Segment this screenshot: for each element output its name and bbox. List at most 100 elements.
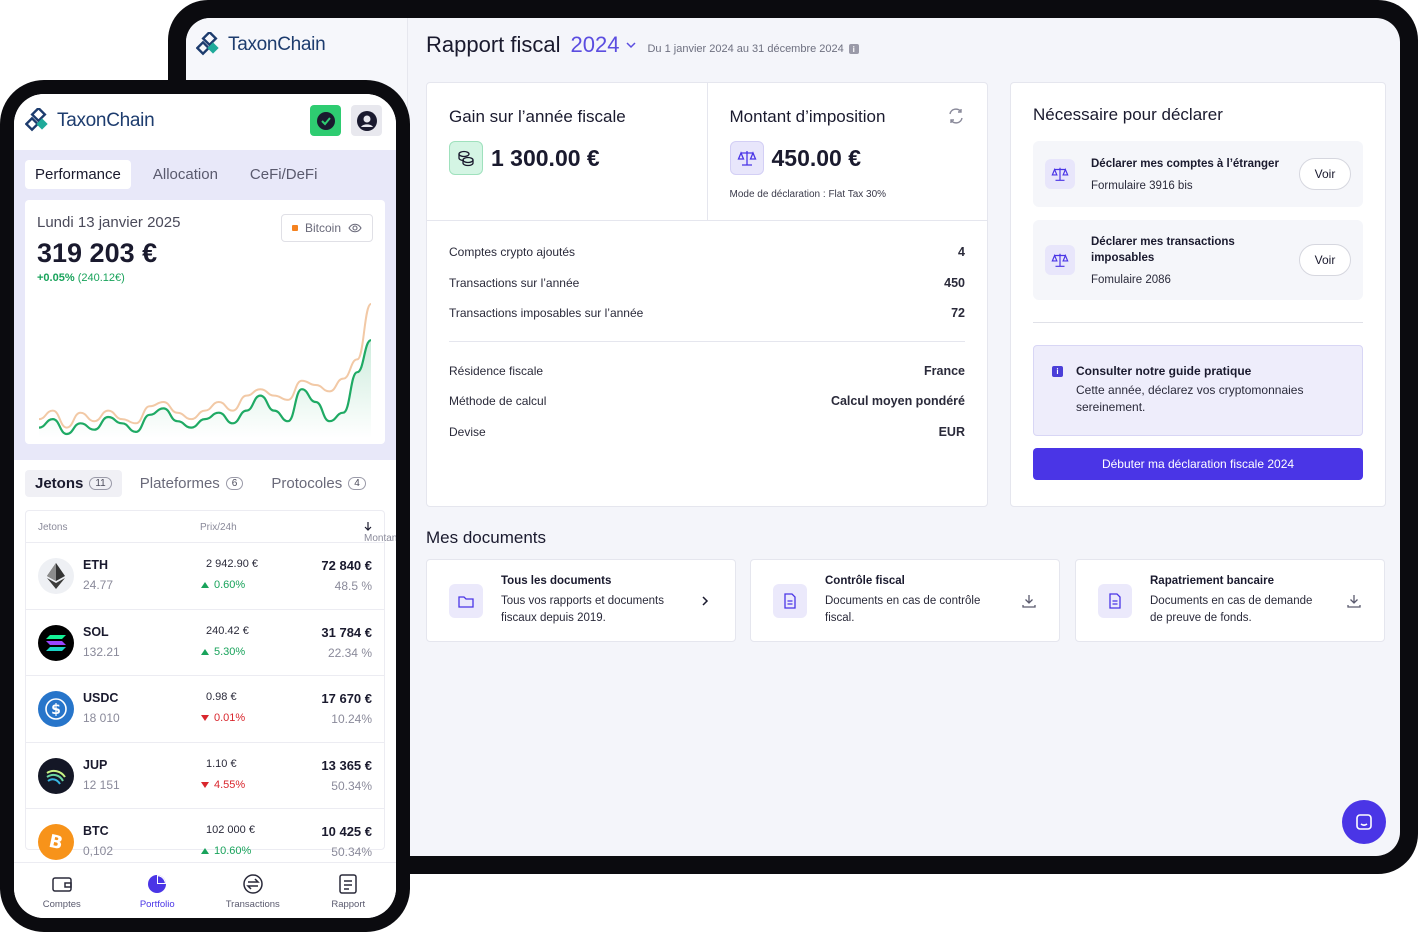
sync-status-button[interactable] [310, 105, 341, 136]
divider [1033, 322, 1363, 323]
token-symbol: BTC [83, 824, 109, 838]
sol-logo-icon [38, 624, 74, 661]
nav-comptes[interactable]: Comptes [14, 863, 110, 918]
stat-value: 4 [958, 245, 965, 260]
token-symbol: USDC [83, 691, 119, 705]
tab-jetons[interactable]: Jetons 11 [25, 470, 122, 497]
guide-box[interactable]: i Consulter notre guide pratique Cette a… [1033, 345, 1363, 436]
token-qty: 0,102 [83, 844, 114, 858]
triangle-up-icon [201, 582, 209, 588]
token-share: 22.34 % [327, 645, 372, 660]
portfolio-area [39, 340, 371, 438]
declare-item-foreign-accounts: Déclarer mes comptes à l’étranger Formul… [1033, 141, 1363, 207]
refresh-icon[interactable] [947, 107, 965, 125]
gain-value: 1 300.00 € [491, 144, 600, 171]
jup-logo-icon [38, 757, 74, 794]
coins-icon [449, 141, 483, 175]
token-symbol: SOL [83, 624, 109, 639]
tab-performance[interactable]: Performance [25, 160, 131, 189]
wallet-icon [52, 877, 72, 892]
benchmark-toggle[interactable]: Bitcoin [280, 214, 373, 242]
tab-protocoles[interactable]: Protocoles 4 [261, 470, 375, 497]
token-change-value: 5.30% [214, 645, 246, 658]
nav-rapport[interactable]: Rapport [301, 863, 397, 918]
tab-cefi-defi[interactable]: CeFi/DeFi [240, 160, 328, 189]
token-amount: 31 784 € [321, 624, 372, 640]
table-row[interactable]: ETH 24.77 2 942.90 € 0.60% 72 840 € 48.5… [26, 543, 384, 610]
token-qty: 24.77 [83, 578, 114, 592]
mobile-header: TaxonChain [14, 94, 396, 150]
stat-row: Transactions imposables sur l’année 72 [449, 298, 965, 329]
page-title: Rapport fiscal [426, 32, 561, 57]
setting-row: Méthode de calcul Calcul moyen pondéré [449, 386, 965, 417]
token-amount: 13 365 € [321, 757, 372, 773]
declare-card: Nécessaire pour déclarer Déclarer mes co… [1010, 82, 1386, 507]
tab-allocation[interactable]: Allocation [143, 160, 228, 189]
scale-icon [1045, 245, 1075, 275]
download-icon[interactable] [1021, 593, 1037, 609]
arrow-down-icon [364, 522, 372, 531]
triangle-up-icon [201, 848, 209, 854]
col-amount[interactable]: Montant [364, 522, 396, 544]
setting-row: Devise EUR [449, 417, 965, 448]
tab-label: Protocoles [271, 475, 343, 492]
brand-name: TaxonChain [228, 34, 326, 55]
voir-button[interactable]: Voir [1299, 158, 1351, 190]
triangle-down-icon [201, 715, 209, 721]
declare-item-form: Fomulaire 2086 [1091, 274, 1171, 286]
doc-title: Contrôle fiscal [825, 574, 905, 587]
token-symbol: ETH [83, 558, 108, 572]
info-icon[interactable]: i [848, 44, 859, 54]
mobile-tabs: Performance Allocation CeFi/DeFi [25, 160, 339, 189]
voir-button[interactable]: Voir [1299, 244, 1351, 276]
download-icon[interactable] [1346, 593, 1362, 609]
nav-label: Rapport [331, 899, 366, 910]
doc-card-repatriation[interactable]: Rapatriement bancaire Documents en cas d… [1075, 559, 1385, 642]
report-range-text: Du 1 janvier 2024 au 31 décembre 2024 [647, 43, 844, 55]
profile-button[interactable] [351, 105, 382, 136]
triangle-up-icon [201, 648, 209, 655]
chevron-right-icon[interactable] [697, 593, 713, 609]
year-select[interactable]: 2024 [571, 32, 638, 58]
chat-icon [1356, 814, 1372, 830]
guide-title: Consulter notre guide pratique [1076, 364, 1252, 378]
tokens-table: Jetons Prix/24h Montant ETH 24.77 2 942.… [25, 510, 396, 860]
table-row[interactable]: JUP 12 151 1.10 € 4.55% 13 365 € 50.34% [26, 743, 384, 809]
tab-plateformes[interactable]: Plateformes 6 [130, 470, 254, 497]
token-price: 240.42 € [206, 624, 249, 637]
imposition-block: Montant d’imposition 450.00 € Mode de dé… [706, 83, 988, 220]
declare-item-taxable-transactions: Déclarer mes transactions imposables Fom… [1033, 220, 1363, 300]
nav-transactions[interactable]: Transactions [205, 863, 301, 918]
svg-text:B: B [47, 831, 65, 853]
setting-label: Méthode de calcul [449, 394, 547, 409]
table-row[interactable]: $ USDC 18 010 0.98 € 0.01% 17 670 € 10.2… [26, 676, 384, 743]
document-icon [1098, 583, 1132, 618]
count-badge: 6 [225, 477, 244, 490]
token-change-value: 10.60% [214, 845, 252, 857]
report-icon [339, 874, 357, 894]
chat-button[interactable] [1342, 800, 1386, 844]
scale-icon [1045, 159, 1075, 189]
tab-label: Jetons [35, 475, 84, 492]
token-change-value: 0.60% [214, 579, 246, 591]
app-logo[interactable]: TaxonChain [196, 32, 326, 58]
guide-text: Cette année, déclarez vos cryptomonnaies… [1076, 383, 1304, 414]
usdc-logo-icon: $ [38, 691, 74, 727]
setting-value: EUR [938, 424, 965, 439]
token-amount: 10 425 € [321, 824, 372, 839]
token-change: 10.60% [201, 845, 251, 857]
gain-block: Gain sur l’année fiscale 1 300.00 € [427, 83, 707, 220]
stat-row: Transactions sur l’année 450 [449, 268, 965, 299]
nav-label: Comptes [42, 899, 81, 910]
nav-portfolio[interactable]: Portfolio [110, 863, 206, 918]
doc-text: Documents en cas de demande de preuve de… [1150, 594, 1313, 624]
app-logo[interactable]: TaxonChain [25, 108, 155, 134]
token-price: 0.98 € [206, 691, 237, 703]
start-declaration-button[interactable]: Débuter ma déclaration fiscale 2024 [1033, 448, 1363, 480]
doc-card-control[interactable]: Contrôle fiscal Documents en cas de cont… [750, 559, 1060, 642]
doc-card-all[interactable]: Tous les documents Tous vos rapports et … [426, 559, 736, 642]
table-row[interactable]: SOL 132.21 240.42 € 5.30% 31 784 € 22.34… [26, 610, 384, 676]
mobile-screen: TaxonChain Performance Allocation CeFi/D… [14, 94, 396, 918]
nav-label: Transactions [225, 899, 280, 910]
divider [449, 340, 965, 342]
